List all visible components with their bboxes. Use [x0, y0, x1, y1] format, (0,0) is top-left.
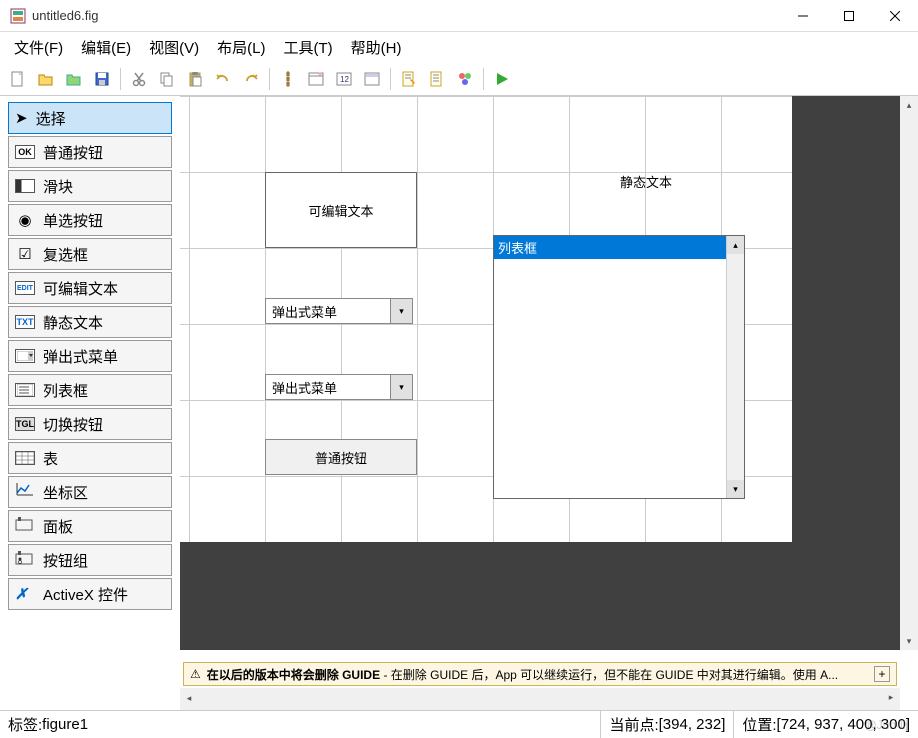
scroll-right-icon[interactable]: ▸ — [882, 688, 900, 706]
palette-listbox[interactable]: 列表框 — [8, 374, 172, 406]
undo-icon[interactable] — [210, 66, 236, 92]
palette-activex[interactable]: ✗ActiveX 控件 — [8, 578, 172, 610]
vertical-scrollbar[interactable]: ▴ ▾ — [900, 96, 918, 650]
canvas-outside — [180, 542, 900, 650]
cut-icon[interactable] — [126, 66, 152, 92]
save-icon[interactable] — [89, 66, 115, 92]
table-icon — [15, 451, 35, 465]
new-icon[interactable] — [5, 66, 31, 92]
palette-radiobutton[interactable]: ◉单选按钮 — [8, 204, 172, 236]
close-button[interactable] — [872, 0, 918, 31]
tab-order-icon[interactable]: 12 — [331, 66, 357, 92]
expand-warning-button[interactable]: + — [874, 666, 890, 682]
chevron-down-icon: ▾ — [390, 375, 412, 399]
canvas-pushbutton[interactable]: 普通按钮 — [265, 439, 417, 475]
slider-icon — [15, 179, 35, 193]
scroll-up-icon[interactable]: ▴ — [727, 236, 744, 254]
menu-help[interactable]: 帮助(H) — [345, 33, 408, 62]
menu-edit[interactable]: 编辑(E) — [75, 33, 137, 62]
scroll-down-icon[interactable]: ▾ — [727, 480, 744, 498]
svg-text:12: 12 — [340, 75, 349, 84]
palette-panel[interactable]: 面板 — [8, 510, 172, 542]
canvas-area: 可编辑文本 静态文本 弹出式菜单▾ 弹出式菜单▾ 普通按钮 列表框 ▴ ▾ ⚠ … — [180, 96, 918, 710]
warning-icon: ⚠ — [190, 667, 201, 681]
canvas-listbox[interactable]: 列表框 ▴ ▾ — [493, 235, 745, 499]
scroll-left-icon[interactable]: ◂ — [180, 690, 198, 708]
palette-edittext[interactable]: EDIT可编辑文本 — [8, 272, 172, 304]
listbox-selected-item[interactable]: 列表框 — [494, 236, 744, 259]
palette-axes[interactable]: 坐标区 — [8, 476, 172, 508]
palette-select[interactable]: ➤选择 — [8, 102, 172, 134]
align-icon[interactable] — [275, 66, 301, 92]
menu-editor-icon[interactable] — [303, 66, 329, 92]
status-current-point: 当前点: [394, 232] — [601, 711, 734, 738]
bgroup-icon — [15, 551, 35, 569]
canvas-outside — [792, 96, 900, 544]
app-icon — [10, 8, 26, 24]
activex-icon: ✗ — [15, 585, 35, 603]
menu-file[interactable]: 文件(F) — [8, 33, 69, 62]
radio-icon: ◉ — [15, 211, 35, 229]
canvas-edittext[interactable]: 可编辑文本 — [265, 172, 417, 248]
palette-slider[interactable]: 滑块 — [8, 170, 172, 202]
property-inspector-icon[interactable] — [424, 66, 450, 92]
txt-icon: TXT — [15, 315, 35, 329]
popup-icon — [15, 349, 35, 363]
toggle-icon: TGL — [15, 417, 35, 431]
toolbar: 12 — [0, 62, 918, 96]
canvas-statictext[interactable]: 静态文本 — [570, 172, 722, 202]
paste-icon[interactable] — [182, 66, 208, 92]
deprecation-warning: ⚠ 在以后的版本中将会删除 GUIDE - 在删除 GUIDE 后，App 可以… — [183, 662, 897, 686]
titlebar: untitled6.fig — [0, 0, 918, 32]
component-palette: ➤选择 OK普通按钮 滑块 ◉单选按钮 ☑复选框 EDIT可编辑文本 TXT静态… — [0, 96, 180, 710]
horizontal-scrollbar[interactable]: ◂ ▸ — [180, 688, 900, 710]
scroll-down-icon[interactable]: ▾ — [900, 632, 918, 650]
palette-buttongroup[interactable]: 按钮组 — [8, 544, 172, 576]
palette-popupmenu[interactable]: 弹出式菜单 — [8, 340, 172, 372]
listbox-scrollbar[interactable]: ▴ ▾ — [726, 236, 744, 498]
toolbar-editor-icon[interactable] — [359, 66, 385, 92]
copy-icon[interactable] — [154, 66, 180, 92]
check-icon: ☑ — [15, 245, 35, 263]
open-icon[interactable] — [33, 66, 59, 92]
menu-layout[interactable]: 布局(L) — [211, 33, 271, 62]
open2-icon[interactable] — [61, 66, 87, 92]
palette-table[interactable]: 表 — [8, 442, 172, 474]
axes-icon — [15, 483, 35, 501]
panel-icon — [15, 517, 35, 535]
palette-checkbox[interactable]: ☑复选框 — [8, 238, 172, 270]
object-browser-icon[interactable] — [452, 66, 478, 92]
status-tag: 标签: figure1 — [0, 711, 601, 738]
edit-icon: EDIT — [15, 281, 35, 295]
statusbar: 标签: figure1 当前点: [394, 232] 位置: [724, 93… — [0, 710, 918, 738]
redo-icon[interactable] — [238, 66, 264, 92]
palette-pushbutton[interactable]: OK普通按钮 — [8, 136, 172, 168]
maximize-button[interactable] — [826, 0, 872, 31]
menu-view[interactable]: 视图(V) — [143, 33, 205, 62]
cursor-icon: ➤ — [15, 109, 28, 127]
chevron-down-icon: ▾ — [390, 299, 412, 323]
editor-icon[interactable] — [396, 66, 422, 92]
list-icon — [15, 383, 35, 397]
palette-statictext[interactable]: TXT静态文本 — [8, 306, 172, 338]
watermark: @Jun-llj — [864, 718, 908, 732]
canvas-popup1[interactable]: 弹出式菜单▾ — [265, 298, 413, 324]
run-icon[interactable] — [489, 66, 515, 92]
menubar: 文件(F) 编辑(E) 视图(V) 布局(L) 工具(T) 帮助(H) — [0, 32, 918, 62]
canvas-popup2[interactable]: 弹出式菜单▾ — [265, 374, 413, 400]
palette-togglebutton[interactable]: TGL切换按钮 — [8, 408, 172, 440]
menu-tools[interactable]: 工具(T) — [278, 33, 339, 62]
ok-icon: OK — [15, 145, 35, 159]
scroll-up-icon[interactable]: ▴ — [900, 96, 918, 114]
minimize-button[interactable] — [780, 0, 826, 31]
window-title: untitled6.fig — [32, 8, 780, 23]
